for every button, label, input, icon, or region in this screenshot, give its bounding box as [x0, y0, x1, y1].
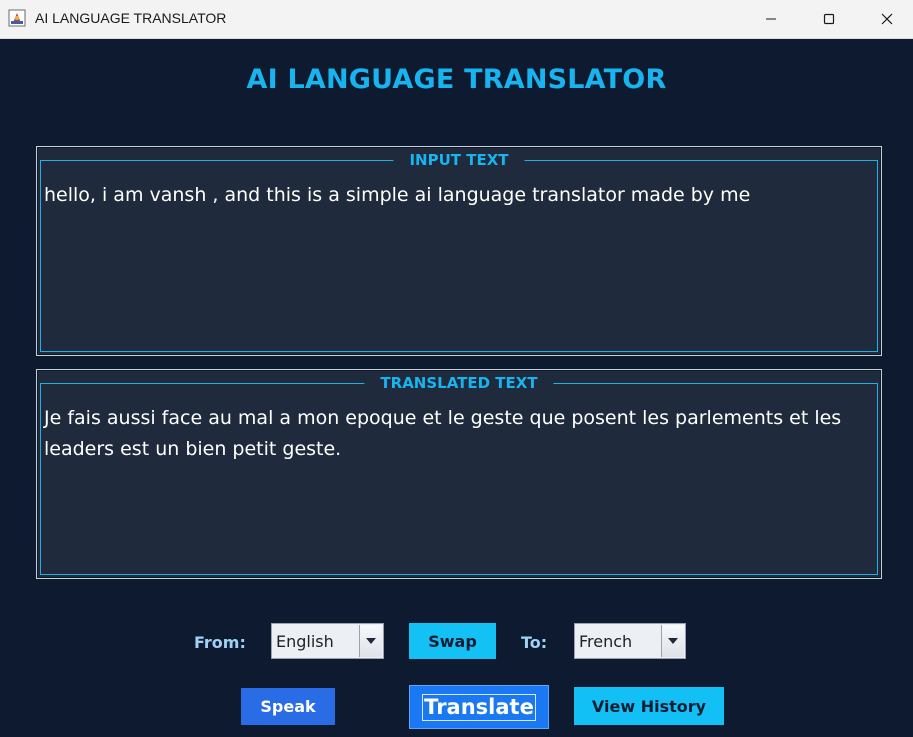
title-bar[interactable]: AI LANGUAGE TRANSLATOR	[0, 0, 913, 39]
chevron-down-icon[interactable]	[359, 625, 382, 657]
view-history-button[interactable]: View History	[574, 687, 724, 725]
translated-textarea[interactable]: Je fais aussi face au mal a mon epoque e…	[44, 403, 869, 465]
from-label: From:	[194, 633, 246, 652]
input-textarea[interactable]: hello, i am vansh , and this is a simple…	[44, 180, 869, 211]
chevron-down-icon[interactable]	[661, 625, 684, 657]
to-label: To:	[521, 633, 548, 652]
to-language-select[interactable]: French	[574, 623, 686, 659]
minimize-icon	[765, 13, 777, 25]
input-text-panel: INPUT TEXT hello, i am vansh , and this …	[36, 146, 882, 356]
app-window: AI LANGUAGE TRANSLATOR AI LANGUAGE TRANS…	[0, 0, 913, 737]
to-language-value: French	[579, 632, 633, 651]
maximize-icon	[823, 13, 835, 25]
speak-button[interactable]: Speak	[241, 688, 335, 725]
maximize-button[interactable]	[800, 0, 858, 38]
translate-button-label: Translate	[422, 693, 536, 721]
input-text-legend: INPUT TEXT	[393, 151, 525, 169]
from-language-select[interactable]: English	[271, 623, 384, 659]
from-language-value: English	[276, 632, 334, 651]
page-title: AI LANGUAGE TRANSLATOR	[246, 64, 667, 95]
close-icon	[881, 13, 893, 25]
translated-text-panel: TRANSLATED TEXT Je fais aussi face au ma…	[36, 369, 882, 579]
minimize-button[interactable]	[742, 0, 800, 38]
java-app-icon	[8, 9, 26, 27]
translate-button[interactable]: Translate	[409, 685, 549, 729]
swap-button[interactable]: Swap	[409, 623, 496, 659]
window-title: AI LANGUAGE TRANSLATOR	[35, 10, 227, 26]
close-button[interactable]	[858, 0, 913, 38]
translated-text-legend: TRANSLATED TEXT	[364, 374, 554, 392]
